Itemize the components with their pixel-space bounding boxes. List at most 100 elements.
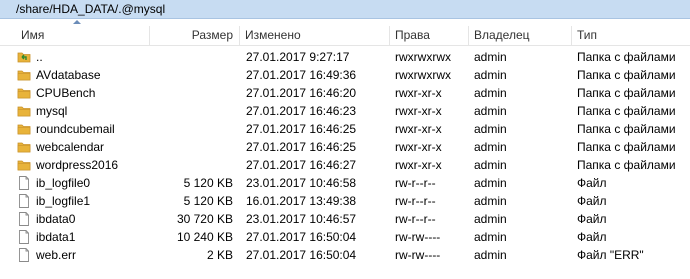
file-type: Папка с файлами bbox=[577, 158, 676, 172]
column-header: Имя Размер Изменено Права Владелец Тип bbox=[0, 26, 690, 46]
file-modified: 27.01.2017 9:27:17 bbox=[246, 50, 350, 64]
file-owner: admin bbox=[474, 86, 507, 100]
folder-icon bbox=[17, 158, 31, 172]
file-icon bbox=[17, 212, 31, 226]
file-icon bbox=[17, 248, 31, 262]
file-owner: admin bbox=[474, 212, 507, 226]
file-owner: admin bbox=[474, 176, 507, 190]
file-rights: rwxr-xr-x bbox=[395, 122, 442, 136]
file-size: 2 KB bbox=[206, 248, 233, 262]
file-rights: rwxr-xr-x bbox=[395, 140, 442, 154]
file-name: roundcubemail bbox=[36, 122, 115, 136]
file-modified: 27.01.2017 16:46:23 bbox=[246, 104, 357, 118]
file-size bbox=[150, 84, 233, 102]
table-row[interactable]: ibdata1 10 240 KB 27.01.2017 16:50:04 rw-rw… bbox=[0, 228, 690, 246]
file-size: 30 720 KB bbox=[176, 212, 233, 226]
file-name: AVdatabase bbox=[36, 68, 101, 82]
file-size bbox=[150, 120, 233, 138]
file-size bbox=[150, 48, 233, 66]
file-rights: rw-r--r-- bbox=[395, 194, 436, 208]
table-row[interactable]: webcalendar 27.01.2017 16:46:25 rwxr-xr-x a… bbox=[0, 138, 690, 156]
file-type: Папка с файлами bbox=[577, 68, 676, 82]
file-owner: admin bbox=[474, 104, 507, 118]
file-name: ib_logfile0 bbox=[36, 176, 91, 190]
file-name: mysql bbox=[36, 104, 68, 118]
folder-icon bbox=[17, 104, 31, 118]
file-owner: admin bbox=[474, 140, 507, 154]
column-rights-header[interactable]: Права bbox=[390, 26, 469, 45]
file-rights: rwxr-xr-x bbox=[395, 158, 442, 172]
table-row[interactable]: CPUBench 27.01.2017 16:46:20 rwxr-xr-x admi… bbox=[0, 84, 690, 102]
file-modified: 27.01.2017 16:50:04 bbox=[246, 230, 357, 244]
file-modified: 27.01.2017 16:46:25 bbox=[246, 140, 357, 154]
file-type: Файл bbox=[577, 176, 607, 190]
file-modified: 27.01.2017 16:46:20 bbox=[246, 86, 357, 100]
file-owner: admin bbox=[474, 248, 507, 262]
table-row[interactable]: web.err 2 KB 27.01.2017 16:50:04 rw-rw---- a… bbox=[0, 246, 690, 264]
column-size-header[interactable]: Размер bbox=[150, 26, 240, 45]
file-owner: admin bbox=[474, 122, 507, 136]
column-owner-header[interactable]: Владелец bbox=[469, 26, 572, 45]
path-text: /share/HDA_DATA/.@mysql bbox=[16, 2, 166, 16]
file-modified: 27.01.2017 16:50:04 bbox=[246, 248, 357, 262]
file-rights: rw-r--r-- bbox=[395, 212, 436, 226]
file-rights: rwxr-xr-x bbox=[395, 86, 442, 100]
file-name: ib_logfile1 bbox=[36, 194, 91, 208]
file-icon bbox=[17, 194, 31, 208]
file-icon bbox=[17, 230, 31, 244]
file-type: Папка с файлами bbox=[577, 104, 676, 118]
file-name: .. bbox=[36, 50, 43, 64]
file-owner: admin bbox=[474, 194, 507, 208]
file-rights: rw-rw---- bbox=[395, 248, 441, 262]
file-owner: admin bbox=[474, 230, 507, 244]
column-name-header[interactable]: Имя bbox=[16, 26, 150, 45]
file-type: Папка с файлами bbox=[577, 122, 676, 136]
table-row[interactable]: roundcubemail 27.01.2017 16:46:25 rwxr-xr-… bbox=[0, 120, 690, 138]
table-row[interactable]: ib_logfile1 5 120 KB 16.01.2017 13:49:38 rw… bbox=[0, 192, 690, 210]
file-owner: admin bbox=[474, 50, 507, 64]
file-rights: rwxr-xr-x bbox=[395, 104, 442, 118]
column-type-header[interactable]: Тип bbox=[572, 26, 690, 45]
file-modified: 27.01.2017 16:49:36 bbox=[246, 68, 357, 82]
table-row[interactable]: ibdata0 30 720 KB 23.01.2017 10:46:57 rw-r-… bbox=[0, 210, 690, 228]
file-modified: 16.01.2017 13:49:38 bbox=[246, 194, 357, 208]
file-modified: 27.01.2017 16:46:27 bbox=[246, 158, 357, 172]
file-size: 5 120 KB bbox=[183, 194, 233, 208]
file-owner: admin bbox=[474, 158, 507, 172]
file-rights: rw-r--r-- bbox=[395, 176, 436, 190]
file-type: Файл "ERR" bbox=[577, 248, 644, 262]
table-row[interactable]: AVdatabase 27.01.2017 16:49:36 rwxrwxrwx ad… bbox=[0, 66, 690, 84]
path-bar[interactable]: /share/HDA_DATA/.@mysql bbox=[0, 0, 690, 19]
file-modified: 27.01.2017 16:46:25 bbox=[246, 122, 357, 136]
file-type: Папка с файлами bbox=[577, 50, 676, 64]
file-name: web.err bbox=[36, 248, 77, 262]
file-name: CPUBench bbox=[36, 86, 96, 100]
sort-ascending-icon bbox=[73, 20, 81, 24]
folder-icon bbox=[17, 122, 31, 136]
file-type: Папка с файлами bbox=[577, 86, 676, 100]
file-list: .. 27.01.2017 9:27:17 rwxrwxrwx admin Папка … bbox=[0, 48, 690, 264]
table-row[interactable]: .. 27.01.2017 9:27:17 rwxrwxrwx admin Папка … bbox=[0, 48, 690, 66]
column-modified-header[interactable]: Изменено bbox=[240, 26, 390, 45]
file-type: Файл bbox=[577, 230, 607, 244]
parent-folder-icon bbox=[17, 50, 31, 64]
file-size bbox=[150, 138, 233, 156]
folder-icon bbox=[17, 68, 31, 82]
file-modified: 23.01.2017 10:46:58 bbox=[246, 176, 357, 190]
file-type: Файл bbox=[577, 212, 607, 226]
file-size bbox=[150, 66, 233, 84]
file-size bbox=[150, 102, 233, 120]
table-row[interactable]: ib_logfile0 5 120 KB 23.01.2017 10:46:58 rw… bbox=[0, 174, 690, 192]
table-row[interactable]: mysql 27.01.2017 16:46:23 rwxr-xr-x admin Па… bbox=[0, 102, 690, 120]
table-row[interactable]: wordpress2016 27.01.2017 16:46:27 rwxr-xr-… bbox=[0, 156, 690, 174]
file-size bbox=[150, 156, 233, 174]
file-rights: rw-rw---- bbox=[395, 230, 441, 244]
file-name: ibdata1 bbox=[36, 230, 76, 244]
file-type: Папка с файлами bbox=[577, 140, 676, 154]
folder-icon bbox=[17, 140, 31, 154]
file-name: wordpress2016 bbox=[36, 158, 119, 172]
file-size: 10 240 KB bbox=[176, 230, 233, 244]
file-modified: 23.01.2017 10:46:57 bbox=[246, 212, 357, 226]
file-rights: rwxrwxrwx bbox=[395, 50, 451, 64]
file-name: webcalendar bbox=[36, 140, 105, 154]
